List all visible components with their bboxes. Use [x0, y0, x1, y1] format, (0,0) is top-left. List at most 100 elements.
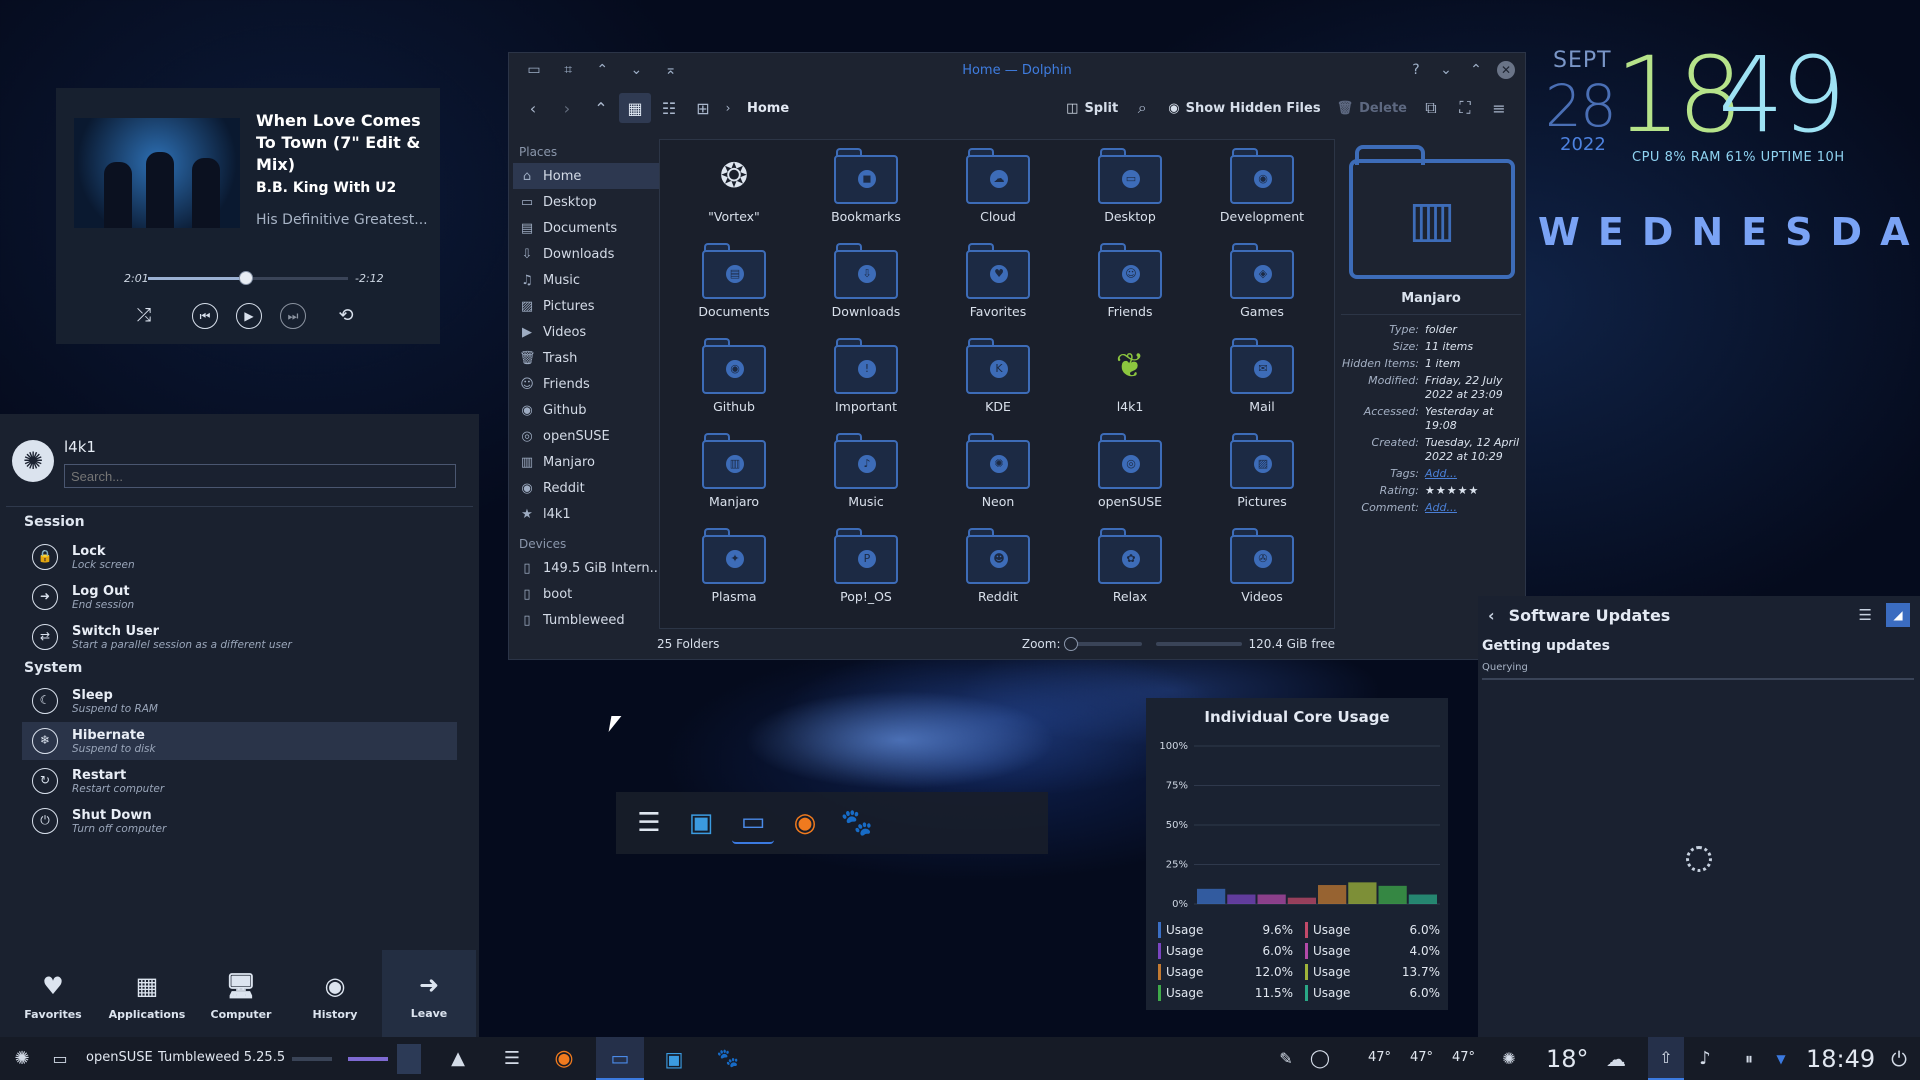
- folder-item[interactable]: ☺ Friends: [1064, 243, 1196, 338]
- help-icon[interactable]: ?: [1401, 62, 1431, 78]
- keep-above-icon[interactable]: ⌃: [587, 62, 617, 78]
- switch-user-item[interactable]: ⇄ Switch User Start a parallel session as …: [22, 618, 457, 656]
- shuffle-icon[interactable]: ⤮: [130, 302, 158, 330]
- updates-tray-icon[interactable]: ⇧: [1648, 1037, 1684, 1080]
- folder-item[interactable]: P Pop!_OS: [800, 528, 932, 623]
- previous-button[interactable]: ⏮: [192, 303, 218, 329]
- folder-item[interactable]: ❂ "Vortex": [668, 148, 800, 243]
- comment-add-link[interactable]: Add...: [1425, 501, 1521, 515]
- play-button[interactable]: ▶: [236, 303, 262, 329]
- tags-add-link[interactable]: Add...: [1425, 467, 1521, 481]
- color-picker-icon[interactable]: ✎: [1272, 1037, 1300, 1080]
- icons-view-button[interactable]: ▦: [619, 93, 651, 123]
- pin-icon[interactable]: ◢: [1886, 603, 1910, 627]
- task-dolphin-icon[interactable]: ▭: [596, 1037, 644, 1080]
- place-item[interactable]: ▥ Manjaro: [513, 449, 663, 475]
- taskbar-clock[interactable]: 18:49: [1806, 1045, 1875, 1073]
- place-item[interactable]: ◎ openSUSE: [513, 423, 663, 449]
- weather-temp[interactable]: 18°: [1546, 1045, 1589, 1073]
- folder-item[interactable]: ▤ Documents: [668, 243, 800, 338]
- close-button[interactable]: ✕: [1497, 61, 1515, 79]
- pager-desktop-2[interactable]: [346, 1037, 390, 1080]
- folder-item[interactable]: ! Important: [800, 338, 932, 433]
- place-item[interactable]: ▤ Documents: [513, 215, 663, 241]
- app-launcher-icon[interactable]: ✺: [6, 1037, 38, 1080]
- folder-item[interactable]: ◉ Github: [668, 338, 800, 433]
- media-tray-icon[interactable]: ♪: [1690, 1037, 1720, 1080]
- discover-store-icon[interactable]: ▣: [680, 802, 722, 844]
- show-hidden-button[interactable]: ◉ Show Hidden Files: [1160, 93, 1328, 123]
- user-avatar[interactable]: ✺: [12, 440, 54, 482]
- search-input[interactable]: [64, 464, 456, 488]
- place-item[interactable]: ▭ Desktop: [513, 189, 663, 215]
- zoom-slider[interactable]: [1064, 637, 1143, 651]
- folder-item[interactable]: ✉ Mail: [1196, 338, 1328, 433]
- next-button[interactable]: ⏭: [280, 303, 306, 329]
- dolphin-app-icon[interactable]: ▭: [519, 62, 549, 78]
- tab-applications[interactable]: ▦ Applications: [100, 950, 194, 1042]
- gimp-icon[interactable]: 🐾: [836, 802, 878, 844]
- circle-icon[interactable]: ◯: [1306, 1037, 1334, 1080]
- place-item[interactable]: ◉ Github: [513, 397, 663, 423]
- place-item[interactable]: ★ l4k1: [513, 501, 663, 527]
- place-item[interactable]: ◉ Reddit: [513, 475, 663, 501]
- select-icon[interactable]: ⧉: [1415, 93, 1447, 123]
- tab-computer[interactable]: 🖥 Computer: [194, 950, 288, 1042]
- rating-stars[interactable]: ★★★★★: [1425, 484, 1521, 498]
- back-icon[interactable]: ‹: [1488, 606, 1495, 625]
- place-item[interactable]: ♫ Music: [513, 267, 663, 293]
- forward-button[interactable]: ›: [551, 93, 583, 123]
- tray-expand-icon[interactable]: ▼: [1770, 1037, 1792, 1080]
- search-icon[interactable]: ⌕: [1126, 93, 1158, 123]
- place-item[interactable]: 🗑 Trash: [513, 345, 663, 371]
- maximize-button[interactable]: ⌃: [1461, 62, 1491, 78]
- firefox-icon[interactable]: ◉: [784, 802, 826, 844]
- fullscreen-icon[interactable]: ⛶: [1449, 93, 1481, 123]
- system-settings-icon[interactable]: ☰: [628, 802, 670, 844]
- place-item[interactable]: ⌂ Home: [513, 163, 663, 189]
- tab-history[interactable]: ◉ History: [288, 950, 382, 1042]
- tab-leave[interactable]: ➜ Leave: [382, 950, 476, 1042]
- folder-item[interactable]: ◉ Development: [1196, 148, 1328, 243]
- delete-button[interactable]: 🗑 Delete: [1329, 93, 1415, 123]
- task-discover-icon[interactable]: ▣: [652, 1037, 696, 1080]
- logout-item[interactable]: ➜ Log Out End session: [22, 578, 457, 616]
- folder-item[interactable]: ◎ openSUSE: [1064, 433, 1196, 528]
- device-item[interactable]: ▯ Tumbleweed: [513, 607, 663, 633]
- breadcrumb[interactable]: Home: [747, 101, 789, 116]
- folder-item[interactable]: ✇ Videos: [1196, 528, 1328, 623]
- folder-item[interactable]: ◈ Games: [1196, 243, 1328, 338]
- folder-item[interactable]: ▨ Pictures: [1196, 433, 1328, 528]
- snowflake-icon[interactable]: ✺: [1494, 1037, 1524, 1080]
- device-item[interactable]: ▯ 149.5 GiB Intern...: [513, 555, 663, 581]
- task-gimp-icon[interactable]: 🐾: [706, 1037, 750, 1080]
- titlebar[interactable]: ▭ ⌗ ⌃ ⌄ ⌅ Home — Dolphin ? ⌄ ⌃ ✕: [509, 53, 1525, 87]
- folder-item[interactable]: ◼ Bookmarks: [800, 148, 932, 243]
- task-firefox-icon[interactable]: ◉: [542, 1037, 586, 1080]
- up-button[interactable]: ⌃: [585, 93, 617, 123]
- pause-icon[interactable]: ⏸: [1734, 1037, 1764, 1080]
- lock-item[interactable]: 🔒 Lock Lock screen: [22, 538, 457, 576]
- task-settings-icon[interactable]: ☰: [490, 1037, 534, 1080]
- device-item[interactable]: ▯ boot: [513, 581, 663, 607]
- seek-bar[interactable]: [148, 271, 348, 285]
- settings-sliders-icon[interactable]: ☰: [1859, 606, 1872, 624]
- pin-icon[interactable]: ⌗: [553, 62, 583, 78]
- folder-item[interactable]: ♥ Favorites: [932, 243, 1064, 338]
- folder-item[interactable]: ✿ Relax: [1064, 528, 1196, 623]
- pager-desktop-3[interactable]: [394, 1037, 424, 1080]
- place-item[interactable]: ⇩ Downloads: [513, 241, 663, 267]
- folder-item[interactable]: ☁ Cloud: [932, 148, 1064, 243]
- keep-below-icon[interactable]: ⌄: [621, 62, 651, 78]
- folder-item[interactable]: ▭ Desktop: [1064, 148, 1196, 243]
- shade-icon[interactable]: ⌅: [656, 62, 686, 78]
- cloud-icon[interactable]: ☁: [1598, 1037, 1634, 1080]
- split-button[interactable]: ◫ Split: [1058, 93, 1126, 123]
- folder-item[interactable]: K KDE: [932, 338, 1064, 433]
- apps-triangle-icon[interactable]: ▲: [440, 1037, 476, 1080]
- place-item[interactable]: ▨ Pictures: [513, 293, 663, 319]
- sleep-item[interactable]: ☾ Sleep Suspend to RAM: [22, 682, 457, 720]
- folder-item[interactable]: ▥ Manjaro: [668, 433, 800, 528]
- shutdown-item[interactable]: ⏻ Shut Down Turn off computer: [22, 802, 457, 840]
- pager-desktop-1[interactable]: [290, 1037, 334, 1080]
